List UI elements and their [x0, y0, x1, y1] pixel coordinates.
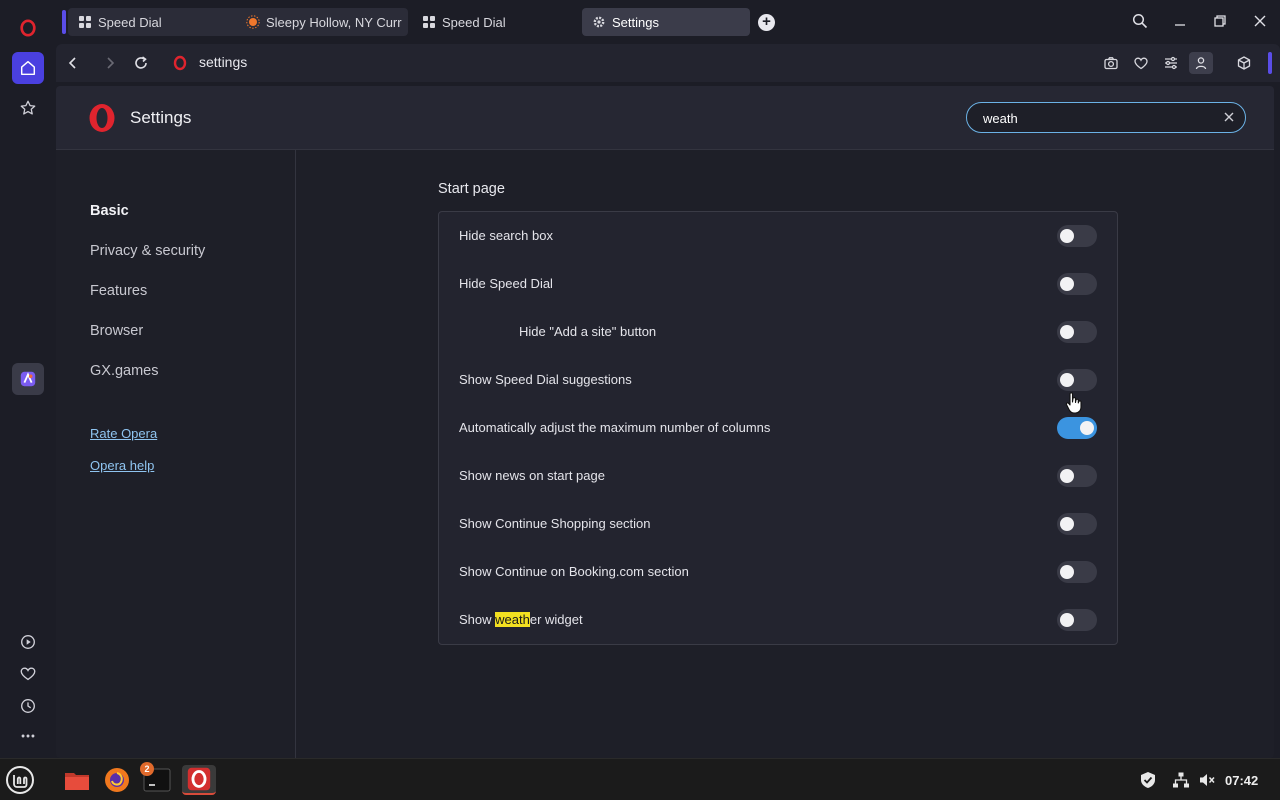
- gear-icon: [592, 15, 606, 29]
- option-row: Show Continue on Booking.com section: [439, 548, 1117, 596]
- os-taskbar: 2 07:42: [0, 758, 1280, 800]
- sidebar-accent-indicator: [1268, 52, 1272, 74]
- tab-label: Speed Dial: [98, 14, 162, 30]
- new-tab-button[interactable]: +: [758, 14, 775, 31]
- firefox-icon[interactable]: [102, 765, 132, 795]
- extensions-cube-icon[interactable]: [1232, 52, 1256, 74]
- toggle-weather-widget[interactable]: [1057, 609, 1097, 631]
- option-row: Show news on start page: [439, 452, 1117, 500]
- label-prefix: Show: [459, 612, 496, 627]
- heart-bookmark-icon[interactable]: [1129, 52, 1153, 74]
- option-label: Automatically adjust the maximum number …: [459, 420, 771, 435]
- option-label: Hide "Add a site" button: [519, 324, 657, 339]
- clear-search-icon[interactable]: [1223, 111, 1235, 123]
- network-icon[interactable]: [1172, 771, 1190, 789]
- rate-opera-link[interactable]: Rate Opera: [90, 426, 157, 441]
- restore-icon[interactable]: [1208, 10, 1232, 32]
- search-highlight: weath: [495, 612, 530, 627]
- nav-item-browser[interactable]: Browser: [90, 323, 143, 339]
- nav-item-basic[interactable]: Basic: [90, 203, 129, 219]
- option-row: Show weather widget: [439, 596, 1117, 644]
- opera-menu-icon[interactable]: [12, 12, 44, 44]
- minimize-icon[interactable]: [1168, 10, 1192, 32]
- option-row: Hide "Add a site" button: [439, 308, 1117, 356]
- start-page-options-card: Hide search box Hide Speed Dial Hide "Ad…: [438, 211, 1118, 645]
- nav-item-features[interactable]: Features: [90, 283, 147, 299]
- camera-snapshot-icon[interactable]: [1099, 52, 1123, 74]
- option-row: Hide search box: [439, 212, 1117, 260]
- toggle-hide-search-box[interactable]: [1057, 225, 1097, 247]
- option-row: Show Continue Shopping section: [439, 500, 1117, 548]
- tab-label: Sleepy Hollow, NY Curr: [266, 14, 402, 30]
- settings-page: Settings Basic Privacy & security Featur…: [56, 86, 1274, 758]
- search-input[interactable]: [983, 109, 1203, 127]
- grid-icon: [78, 15, 92, 29]
- nav-item-privacy-security[interactable]: Privacy & security: [90, 243, 205, 259]
- section-title-start-page: Start page: [438, 181, 505, 197]
- profile-icon[interactable]: [1189, 52, 1213, 74]
- option-label: Show Continue on Booking.com section: [459, 564, 689, 579]
- option-label: Show news on start page: [459, 468, 605, 483]
- option-row: Automatically adjust the maximum number …: [439, 404, 1117, 452]
- settings-search[interactable]: [966, 102, 1246, 133]
- tab-settings[interactable]: Settings: [582, 8, 750, 36]
- terminal-badge: 2: [140, 762, 154, 776]
- player-icon[interactable]: [12, 626, 44, 658]
- volume-muted-icon[interactable]: [1198, 771, 1216, 789]
- label-suffix: er widget: [529, 612, 583, 627]
- reload-icon[interactable]: [131, 53, 151, 73]
- browser-sidebar: [0, 0, 56, 758]
- toggle-hide-add-site-button[interactable]: [1057, 321, 1097, 343]
- files-folder-icon[interactable]: [62, 765, 92, 795]
- more-dots-icon[interactable]: [12, 720, 44, 752]
- back-icon[interactable]: [63, 53, 83, 73]
- opera-taskbar-icon[interactable]: [182, 765, 216, 795]
- clock: 07:42: [1225, 773, 1259, 788]
- close-window-icon[interactable]: [1248, 10, 1272, 32]
- nav-item-gx-games[interactable]: GX.games: [90, 363, 159, 379]
- opera-page-icon: [170, 53, 190, 73]
- tab-weather[interactable]: Sleepy Hollow, NY Curr: [236, 8, 406, 36]
- aria-app-icon[interactable]: [12, 363, 44, 395]
- tab-label: Speed Dial: [442, 14, 506, 30]
- option-row: Hide Speed Dial: [439, 260, 1117, 308]
- option-label: Show Continue Shopping section: [459, 516, 651, 531]
- tab-speed-dial-1[interactable]: Speed Dial: [68, 8, 238, 36]
- history-clock-icon[interactable]: [12, 690, 44, 722]
- tab-speed-dial-2[interactable]: Speed Dial: [412, 8, 572, 36]
- option-label-weather: Show weather widget: [459, 612, 583, 627]
- weather-sun-icon: [246, 15, 260, 29]
- toggle-speed-dial-suggestions[interactable]: [1057, 369, 1097, 391]
- tab-strip: Speed Dial Sleepy Hollow, NY Curr Speed …: [56, 0, 1280, 44]
- shield-icon[interactable]: [1139, 771, 1157, 789]
- easy-setup-icon[interactable]: [1159, 52, 1183, 74]
- forward-icon[interactable]: [100, 53, 120, 73]
- heart-icon[interactable]: [12, 658, 44, 690]
- opera-help-link[interactable]: Opera help: [90, 458, 154, 473]
- tab-label: Settings: [612, 14, 659, 30]
- hand-cursor-icon: [1065, 392, 1082, 414]
- option-row: Show Speed Dial suggestions: [439, 356, 1117, 404]
- settings-nav: Basic Privacy & security Features Browse…: [56, 150, 296, 758]
- star-bookmarks-icon[interactable]: [12, 92, 44, 124]
- grid-icon: [422, 15, 436, 29]
- toggle-hide-speed-dial[interactable]: [1057, 273, 1097, 295]
- toggle-continue-booking[interactable]: [1057, 561, 1097, 583]
- opera-logo-icon: [89, 104, 115, 132]
- option-label: Hide Speed Dial: [459, 276, 553, 291]
- option-label: Show Speed Dial suggestions: [459, 372, 632, 387]
- toggle-auto-adjust-columns[interactable]: [1057, 417, 1097, 439]
- address-bar: settings: [56, 44, 1280, 82]
- toggle-show-news[interactable]: [1057, 465, 1097, 487]
- mint-menu-icon[interactable]: [5, 765, 35, 795]
- option-label: Hide search box: [459, 228, 553, 243]
- settings-header: Settings: [56, 86, 1274, 150]
- url-text[interactable]: settings: [199, 54, 247, 70]
- page-title: Settings: [130, 108, 192, 127]
- tab-search-icon[interactable]: [1128, 10, 1152, 32]
- toggle-continue-shopping[interactable]: [1057, 513, 1097, 535]
- home-icon[interactable]: [12, 52, 44, 84]
